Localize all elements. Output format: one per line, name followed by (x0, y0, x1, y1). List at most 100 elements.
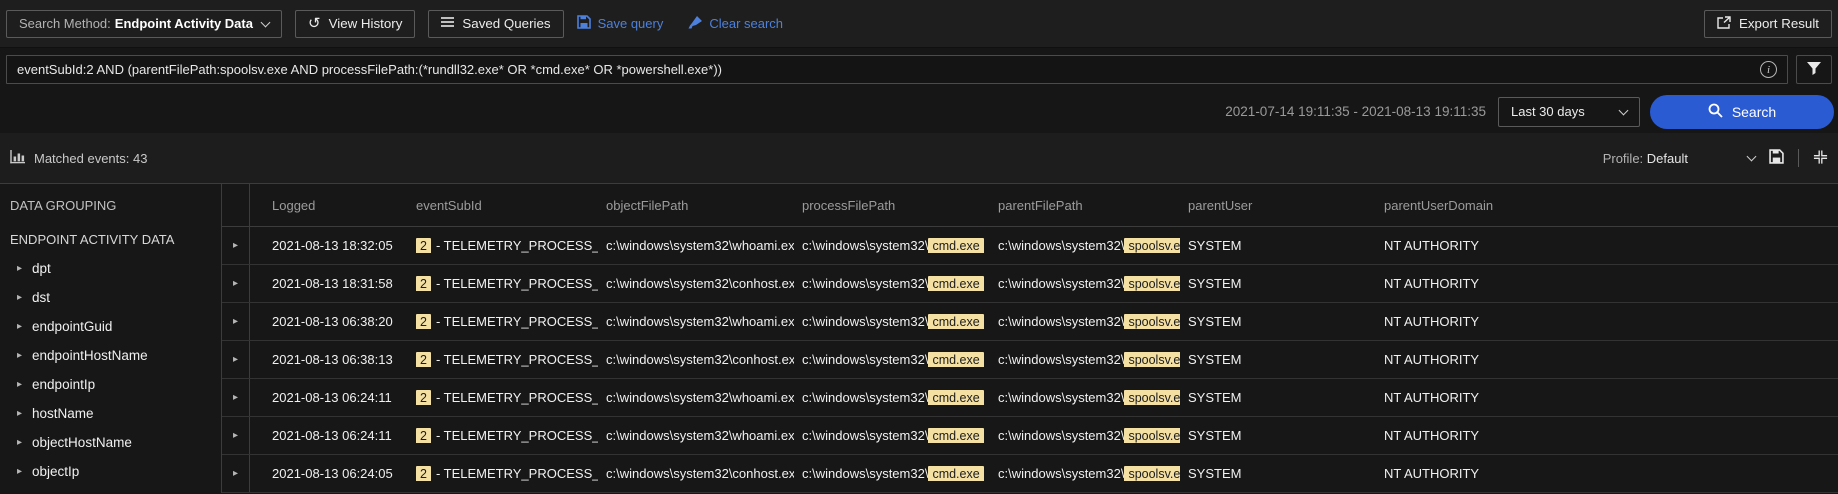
row-expander-icon[interactable]: ▸ (233, 279, 238, 289)
row-expander-icon[interactable]: ▸ (233, 241, 238, 251)
highlight-chip: cmd.exe (928, 428, 983, 443)
export-icon (1717, 16, 1731, 32)
row-expander-icon[interactable]: ▸ (233, 355, 238, 365)
save-icon (577, 15, 591, 32)
sidebar-field-item[interactable]: ▸ endpointGuid (0, 312, 221, 341)
column-header-objectfilepath[interactable]: objectFilePath (598, 198, 794, 213)
cell-objectfilepath: c:\windows\system32\whoami.exe (598, 314, 794, 329)
column-header-parentfilepath[interactable]: parentFilePath (990, 198, 1180, 213)
table-row[interactable]: ▸ 2021-08-13 06:38:13 2- TELEMETRY_PROCE… (222, 341, 1838, 379)
save-query-button[interactable]: Save query (577, 15, 664, 32)
cell-processfilepath: c:\windows\system32\cmd.exe (794, 352, 990, 367)
row-expander-icon[interactable]: ▸ (233, 431, 238, 441)
expander-icon: ▸ (17, 438, 22, 448)
sidebar-field-item[interactable]: ▸ endpointHostName (0, 341, 221, 370)
search-method-select[interactable]: Search Method:Endpoint Activity Data (6, 10, 282, 38)
clear-search-label: Clear search (709, 16, 783, 31)
cell-parentuserdomain: NT AUTHORITY (1376, 352, 1838, 367)
cell-parentuser: SYSTEM (1180, 466, 1376, 481)
cell-parentfilepath: c:\windows\system32\spoolsv.exe (990, 314, 1180, 329)
cell-logged: 2021-08-13 18:31:58 (250, 276, 408, 291)
chevron-down-icon (261, 17, 271, 27)
bar-chart-icon (10, 150, 25, 167)
cell-objectfilepath: c:\windows\system32\conhost.exe (598, 352, 794, 367)
row-expander-icon[interactable]: ▸ (233, 469, 238, 479)
highlight-chip: 2 (416, 238, 431, 253)
collapse-icon (1813, 150, 1828, 167)
sidebar-field-label: endpointIp (32, 377, 95, 392)
query-input[interactable]: eventSubId:2 AND (parentFilePath:spoolsv… (6, 55, 1788, 84)
view-history-button[interactable]: ↺ View History (295, 10, 415, 38)
results-bar: Matched events: 43 Profile: Default (0, 133, 1838, 183)
save-icon (1769, 149, 1784, 167)
highlight-chip: spoolsv.exe (1124, 238, 1180, 253)
table-row[interactable]: ▸ 2021-08-13 18:31:58 2- TELEMETRY_PROCE… (222, 265, 1838, 303)
table-row[interactable]: ▸ 2021-08-13 06:24:11 2- TELEMETRY_PROCE… (222, 379, 1838, 417)
highlight-chip: 2 (416, 466, 431, 481)
table-header-gutter (222, 184, 250, 226)
row-expander-icon[interactable]: ▸ (233, 393, 238, 403)
sidebar-field-item[interactable]: ▸ objectUser (0, 486, 221, 493)
cell-processfilepath: c:\windows\system32\cmd.exe (794, 276, 990, 291)
sidebar-field-label: dpt (32, 261, 51, 276)
cell-logged: 2021-08-13 06:24:11 (250, 390, 408, 405)
sidebar-field-label: dst (32, 290, 50, 305)
highlight-chip: spoolsv.exe (1124, 352, 1180, 367)
search-method-label: Search Method: (19, 16, 111, 31)
cell-parentuser: SYSTEM (1180, 352, 1376, 367)
expander-icon: ▸ (17, 351, 22, 361)
highlight-chip: 2 (416, 276, 431, 291)
clear-search-button[interactable]: Clear search (688, 16, 783, 32)
column-header-parentuserdomain[interactable]: parentUserDomain (1376, 198, 1838, 213)
collapse-button[interactable] (1813, 150, 1828, 167)
cell-eventsubid: 2- TELEMETRY_PROCESS_CREATE (408, 276, 598, 291)
table-row[interactable]: ▸ 2021-08-13 06:24:05 2- TELEMETRY_PROCE… (222, 455, 1838, 493)
sidebar-field-item[interactable]: ▸ dst (0, 283, 221, 312)
highlight-chip: spoolsv.exe (1124, 428, 1180, 443)
sidebar-field-item[interactable]: ▸ objectHostName (0, 428, 221, 457)
column-header-parentuser[interactable]: parentUser (1180, 198, 1376, 213)
cell-parentfilepath: c:\windows\system32\spoolsv.exe (990, 466, 1180, 481)
vertical-divider (1798, 149, 1799, 167)
cell-logged: 2021-08-13 06:24:11 (250, 428, 408, 443)
expander-icon: ▸ (17, 467, 22, 477)
table-row[interactable]: ▸ 2021-08-13 06:24:11 2- TELEMETRY_PROCE… (222, 417, 1838, 455)
sidebar-field-item[interactable]: ▸ hostName (0, 399, 221, 428)
filter-button[interactable] (1796, 55, 1832, 84)
highlight-chip: 2 (416, 428, 431, 443)
cell-eventsubid: 2- TELEMETRY_PROCESS_CREATE (408, 466, 598, 481)
highlight-chip: 2 (416, 314, 431, 329)
cell-eventsubid: 2- TELEMETRY_PROCESS_CREATE (408, 352, 598, 367)
highlight-chip: 2 (416, 390, 431, 405)
saved-queries-button[interactable]: Saved Queries (428, 10, 563, 38)
sidebar-field-item[interactable]: ▸ endpointIp (0, 370, 221, 399)
row-expander-icon[interactable]: ▸ (233, 317, 238, 327)
data-grouping-header: DATA GROUPING (0, 198, 221, 218)
cell-eventsubid: 2- TELEMETRY_PROCESS_CREATE (408, 390, 598, 405)
expander-icon: ▸ (17, 293, 22, 303)
cell-parentfilepath: c:\windows\system32\spoolsv.exe (990, 238, 1180, 253)
chevron-down-icon (1747, 152, 1757, 162)
time-range-select[interactable]: Last 30 days (1498, 97, 1640, 127)
table-row[interactable]: ▸ 2021-08-13 18:32:05 2- TELEMETRY_PROCE… (222, 227, 1838, 265)
list-icon (441, 16, 454, 31)
save-profile-button[interactable] (1769, 149, 1784, 167)
table-row[interactable]: ▸ 2021-08-13 06:38:20 2- TELEMETRY_PROCE… (222, 303, 1838, 341)
chevron-down-icon (1619, 105, 1629, 115)
row-gutter: ▸ (222, 227, 250, 264)
cell-eventsubid: 2- TELEMETRY_PROCESS_CREATE (408, 428, 598, 443)
time-range-value: Last 30 days (1511, 104, 1585, 119)
sidebar-field-label: objectHostName (32, 435, 132, 450)
export-result-label: Export Result (1739, 16, 1819, 31)
profile-select[interactable]: Profile: Default (1603, 151, 1755, 166)
main-content: DATA GROUPING ENDPOINT ACTIVITY DATA ▸ d… (0, 183, 1838, 493)
column-header-eventsubid[interactable]: eventSubId (408, 198, 598, 213)
export-result-button[interactable]: Export Result (1704, 10, 1832, 38)
highlight-chip: spoolsv.exe (1124, 466, 1180, 481)
search-button[interactable]: Search (1650, 95, 1834, 129)
info-icon[interactable]: i (1760, 61, 1777, 78)
column-header-logged[interactable]: Logged (250, 198, 408, 213)
sidebar-field-item[interactable]: ▸ dpt (0, 254, 221, 283)
column-header-processfilepath[interactable]: processFilePath (794, 198, 990, 213)
sidebar-field-item[interactable]: ▸ objectIp (0, 457, 221, 486)
